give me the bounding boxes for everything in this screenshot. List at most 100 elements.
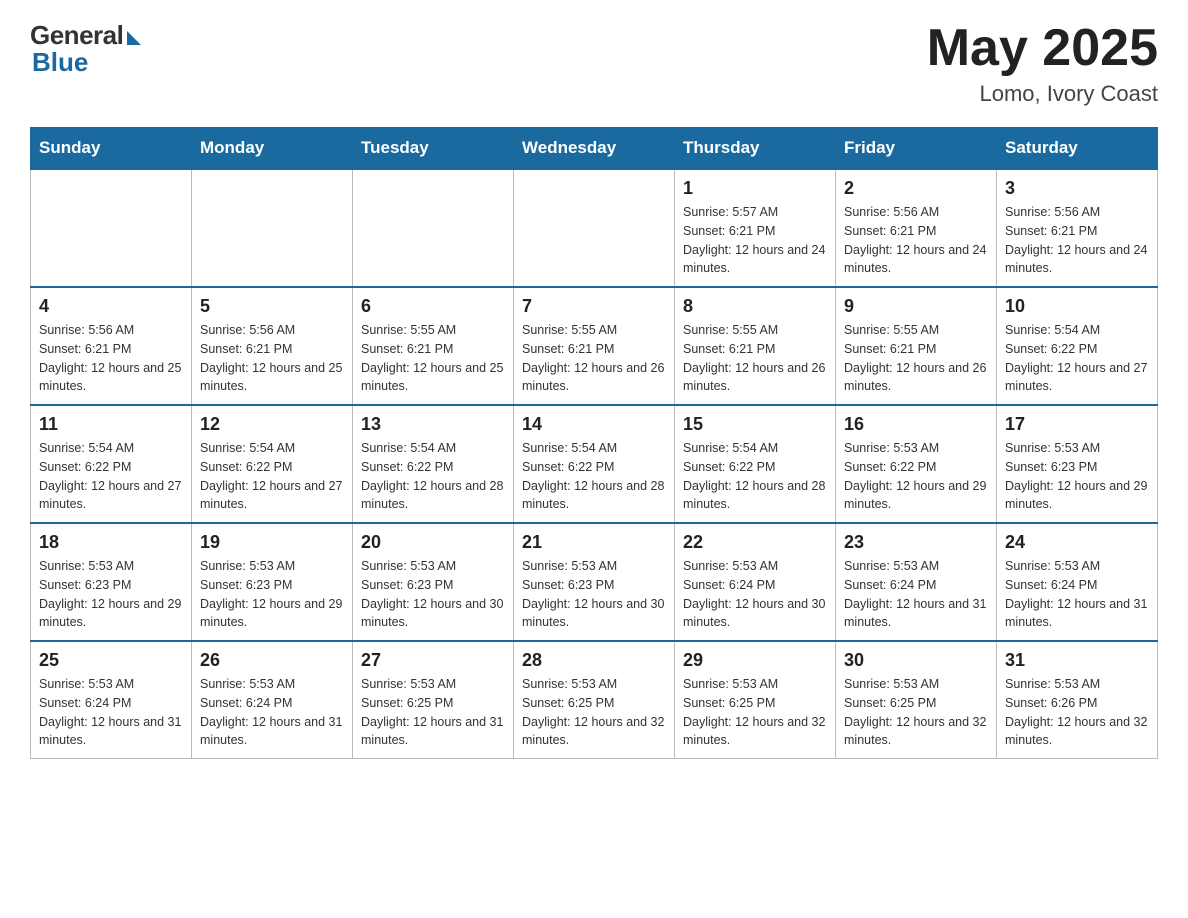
calendar-cell: 13 Sunrise: 5:54 AMSunset: 6:22 PMDayligh…: [353, 405, 514, 523]
day-number: 12: [200, 414, 344, 435]
day-info: Sunrise: 5:54 AMSunset: 6:22 PMDaylight:…: [39, 439, 183, 514]
weekday-header: Tuesday: [353, 128, 514, 170]
week-row: 18 Sunrise: 5:53 AMSunset: 6:23 PMDayligh…: [31, 523, 1158, 641]
day-info: Sunrise: 5:53 AMSunset: 6:23 PMDaylight:…: [522, 557, 666, 632]
calendar-cell: 24 Sunrise: 5:53 AMSunset: 6:24 PMDayligh…: [997, 523, 1158, 641]
day-info: Sunrise: 5:55 AMSunset: 6:21 PMDaylight:…: [361, 321, 505, 396]
day-number: 30: [844, 650, 988, 671]
day-number: 4: [39, 296, 183, 317]
weekday-header: Friday: [836, 128, 997, 170]
day-number: 15: [683, 414, 827, 435]
day-info: Sunrise: 5:53 AMSunset: 6:24 PMDaylight:…: [844, 557, 988, 632]
calendar-cell: 5 Sunrise: 5:56 AMSunset: 6:21 PMDaylight…: [192, 287, 353, 405]
calendar-cell: 27Sunrise: 5:53 AMSunset: 6:25 PMDayligh…: [353, 641, 514, 759]
day-number: 19: [200, 532, 344, 553]
day-info: Sunrise: 5:53 AMSunset: 6:22 PMDaylight:…: [844, 439, 988, 514]
weekday-header: Saturday: [997, 128, 1158, 170]
day-info: Sunrise: 5:55 AMSunset: 6:21 PMDaylight:…: [683, 321, 827, 396]
calendar-cell: 14Sunrise: 5:54 AMSunset: 6:22 PMDayligh…: [514, 405, 675, 523]
calendar-cell: 16Sunrise: 5:53 AMSunset: 6:22 PMDayligh…: [836, 405, 997, 523]
day-number: 31: [1005, 650, 1149, 671]
day-number: 21: [522, 532, 666, 553]
calendar-cell: 3 Sunrise: 5:56 AMSunset: 6:21 PMDaylight…: [997, 169, 1158, 287]
calendar-cell: 26 Sunrise: 5:53 AMSunset: 6:24 PMDayligh…: [192, 641, 353, 759]
calendar-cell: 12 Sunrise: 5:54 AMSunset: 6:22 PMDayligh…: [192, 405, 353, 523]
day-number: 13: [361, 414, 505, 435]
calendar-header-row: SundayMondayTuesdayWednesdayThursdayFrid…: [31, 128, 1158, 170]
day-info: Sunrise: 5:53 AMSunset: 6:23 PMDaylight:…: [200, 557, 344, 632]
calendar-cell: 30 Sunrise: 5:53 AMSunset: 6:25 PMDayligh…: [836, 641, 997, 759]
weekday-header: Thursday: [675, 128, 836, 170]
calendar-cell: [192, 169, 353, 287]
calendar-cell: [31, 169, 192, 287]
day-number: 17: [1005, 414, 1149, 435]
day-info: Sunrise: 5:53 AMSunset: 6:24 PMDaylight:…: [39, 675, 183, 750]
day-number: 20: [361, 532, 505, 553]
day-number: 10: [1005, 296, 1149, 317]
day-info: Sunrise: 5:54 AMSunset: 6:22 PMDaylight:…: [683, 439, 827, 514]
calendar-cell: 22 Sunrise: 5:53 AMSunset: 6:24 PMDayligh…: [675, 523, 836, 641]
day-info: Sunrise: 5:53 AMSunset: 6:24 PMDaylight:…: [683, 557, 827, 632]
day-number: 9: [844, 296, 988, 317]
calendar-cell: 4 Sunrise: 5:56 AMSunset: 6:21 PMDaylight…: [31, 287, 192, 405]
week-row: 4 Sunrise: 5:56 AMSunset: 6:21 PMDaylight…: [31, 287, 1158, 405]
day-number: 5: [200, 296, 344, 317]
day-info: Sunrise: 5:56 AMSunset: 6:21 PMDaylight:…: [1005, 203, 1149, 278]
calendar-cell: 7 Sunrise: 5:55 AMSunset: 6:21 PMDaylight…: [514, 287, 675, 405]
weekday-header: Sunday: [31, 128, 192, 170]
calendar-cell: 6 Sunrise: 5:55 AMSunset: 6:21 PMDaylight…: [353, 287, 514, 405]
calendar-cell: 2Sunrise: 5:56 AMSunset: 6:21 PMDaylight…: [836, 169, 997, 287]
day-number: 14: [522, 414, 666, 435]
calendar-cell: 10 Sunrise: 5:54 AMSunset: 6:22 PMDayligh…: [997, 287, 1158, 405]
day-number: 11: [39, 414, 183, 435]
day-number: 1: [683, 178, 827, 199]
calendar-cell: 19 Sunrise: 5:53 AMSunset: 6:23 PMDayligh…: [192, 523, 353, 641]
calendar-cell: [353, 169, 514, 287]
day-number: 24: [1005, 532, 1149, 553]
day-info: Sunrise: 5:53 AMSunset: 6:25 PMDaylight:…: [844, 675, 988, 750]
calendar-cell: 18 Sunrise: 5:53 AMSunset: 6:23 PMDayligh…: [31, 523, 192, 641]
logo: General Blue: [30, 20, 141, 78]
calendar-cell: 20 Sunrise: 5:53 AMSunset: 6:23 PMDayligh…: [353, 523, 514, 641]
week-row: 11 Sunrise: 5:54 AMSunset: 6:22 PMDayligh…: [31, 405, 1158, 523]
calendar-cell: 15 Sunrise: 5:54 AMSunset: 6:22 PMDayligh…: [675, 405, 836, 523]
day-info: Sunrise: 5:56 AMSunset: 6:21 PMDaylight:…: [39, 321, 183, 396]
day-number: 6: [361, 296, 505, 317]
day-info: Sunrise: 5:53 AMSunset: 6:23 PMDaylight:…: [361, 557, 505, 632]
day-number: 8: [683, 296, 827, 317]
day-info: Sunrise: 5:56 AMSunset: 6:21 PMDaylight:…: [200, 321, 344, 396]
day-info: Sunrise: 5:53 AMSunset: 6:26 PMDaylight:…: [1005, 675, 1149, 750]
day-info: Sunrise: 5:53 AMSunset: 6:23 PMDaylight:…: [1005, 439, 1149, 514]
day-info: Sunrise: 5:53 AMSunset: 6:24 PMDaylight:…: [200, 675, 344, 750]
calendar-cell: 21 Sunrise: 5:53 AMSunset: 6:23 PMDayligh…: [514, 523, 675, 641]
calendar-table: SundayMondayTuesdayWednesdayThursdayFrid…: [30, 127, 1158, 759]
day-info: Sunrise: 5:54 AMSunset: 6:22 PMDaylight:…: [200, 439, 344, 514]
day-info: Sunrise: 5:57 AMSunset: 6:21 PMDaylight:…: [683, 203, 827, 278]
day-info: Sunrise: 5:54 AMSunset: 6:22 PMDaylight:…: [1005, 321, 1149, 396]
day-info: Sunrise: 5:53 AMSunset: 6:24 PMDaylight:…: [1005, 557, 1149, 632]
logo-arrow-icon: [127, 31, 141, 45]
calendar-cell: 11 Sunrise: 5:54 AMSunset: 6:22 PMDayligh…: [31, 405, 192, 523]
location-subtitle: Lomo, Ivory Coast: [927, 81, 1158, 107]
calendar-cell: 9Sunrise: 5:55 AMSunset: 6:21 PMDaylight…: [836, 287, 997, 405]
weekday-header: Wednesday: [514, 128, 675, 170]
day-info: Sunrise: 5:53 AMSunset: 6:25 PMDaylight:…: [683, 675, 827, 750]
calendar-cell: 28Sunrise: 5:53 AMSunset: 6:25 PMDayligh…: [514, 641, 675, 759]
day-number: 29: [683, 650, 827, 671]
day-info: Sunrise: 5:54 AMSunset: 6:22 PMDaylight:…: [361, 439, 505, 514]
day-number: 26: [200, 650, 344, 671]
calendar-cell: 1 Sunrise: 5:57 AMSunset: 6:21 PMDaylight…: [675, 169, 836, 287]
calendar-cell: 23Sunrise: 5:53 AMSunset: 6:24 PMDayligh…: [836, 523, 997, 641]
day-info: Sunrise: 5:53 AMSunset: 6:23 PMDaylight:…: [39, 557, 183, 632]
calendar-cell: 8 Sunrise: 5:55 AMSunset: 6:21 PMDaylight…: [675, 287, 836, 405]
day-number: 7: [522, 296, 666, 317]
day-info: Sunrise: 5:53 AMSunset: 6:25 PMDaylight:…: [361, 675, 505, 750]
day-number: 3: [1005, 178, 1149, 199]
month-year-title: May 2025: [927, 20, 1158, 77]
calendar-cell: 29 Sunrise: 5:53 AMSunset: 6:25 PMDayligh…: [675, 641, 836, 759]
day-number: 18: [39, 532, 183, 553]
day-info: Sunrise: 5:55 AMSunset: 6:21 PMDaylight:…: [522, 321, 666, 396]
week-row: 25 Sunrise: 5:53 AMSunset: 6:24 PMDayligh…: [31, 641, 1158, 759]
day-number: 25: [39, 650, 183, 671]
day-number: 22: [683, 532, 827, 553]
